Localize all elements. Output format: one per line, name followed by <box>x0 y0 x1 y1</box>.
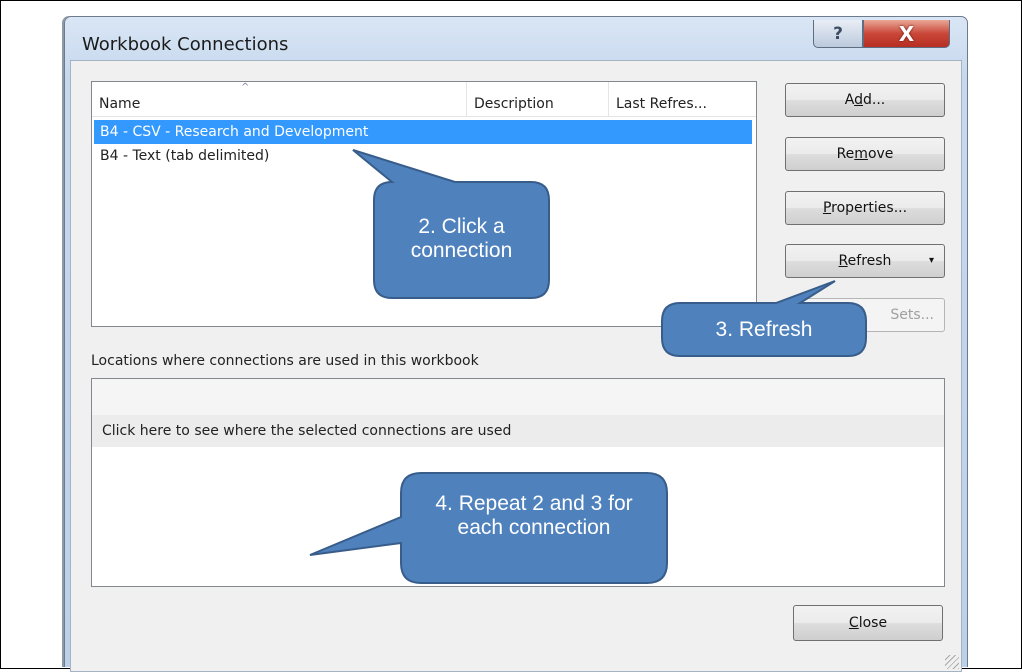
close-button[interactable]: Close <box>793 605 943 641</box>
refresh-button[interactable]: Refresh ▾ <box>785 244 945 278</box>
column-header-last-refreshed[interactable]: Last Refres... <box>609 82 756 116</box>
add-accelerator: d <box>854 92 863 108</box>
properties-label-rest: roperties... <box>831 200 908 216</box>
locations-label: Locations where connections are used in … <box>91 353 479 369</box>
help-icon: ? <box>833 23 843 44</box>
connection-row-text[interactable]: B4 - Text (tab delimited) <box>94 144 752 168</box>
refresh-accelerator: R <box>838 253 848 269</box>
help-button[interactable]: ? <box>813 20 863 48</box>
close-icon: X <box>898 21 915 46</box>
dialog-title: Workbook Connections <box>82 34 289 55</box>
close-label-rest: lose <box>858 615 888 631</box>
remove-accelerator: m <box>854 146 868 162</box>
resize-grip-icon[interactable] <box>945 655 959 669</box>
connections-list[interactable]: ^ Name Description Last Refres... B4 - C… <box>91 81 757 327</box>
add-label-rest: d... <box>862 92 886 108</box>
remove-label: Re <box>836 146 855 162</box>
callout-step4-text: 4. Repeat 2 and 3 for each connection <box>435 492 633 539</box>
add-button[interactable]: Add... <box>785 83 945 117</box>
properties-accelerator: P <box>822 200 832 216</box>
remove-label-rest: ove <box>867 146 894 162</box>
close-window-button[interactable]: X <box>863 20 950 48</box>
dropdown-arrow-icon[interactable]: ▾ <box>929 245 934 277</box>
properties-button[interactable]: Properties... <box>785 191 945 225</box>
list-header: ^ Name Description Last Refres... <box>92 82 756 117</box>
callout-step2-text: 2. Click a connection <box>410 215 513 262</box>
locations-panel: Click here to see where the selected con… <box>91 378 945 587</box>
connection-row-csv[interactable]: B4 - CSV - Research and Development <box>94 120 752 144</box>
locations-hint-row[interactable]: Click here to see where the selected con… <box>92 415 944 447</box>
close-accelerator: C <box>848 615 859 631</box>
callout-step3-text: 3. Refresh <box>715 318 813 341</box>
dialog-body: ^ Name Description Last Refres... B4 - C… <box>70 60 962 672</box>
locations-header <box>92 379 944 416</box>
column-header-name[interactable]: Name <box>92 82 467 116</box>
add-label: A <box>844 92 855 108</box>
refresh-label-rest: efresh <box>847 253 892 269</box>
remove-button[interactable]: Remove <box>785 137 945 171</box>
column-header-description[interactable]: Description <box>467 82 609 116</box>
